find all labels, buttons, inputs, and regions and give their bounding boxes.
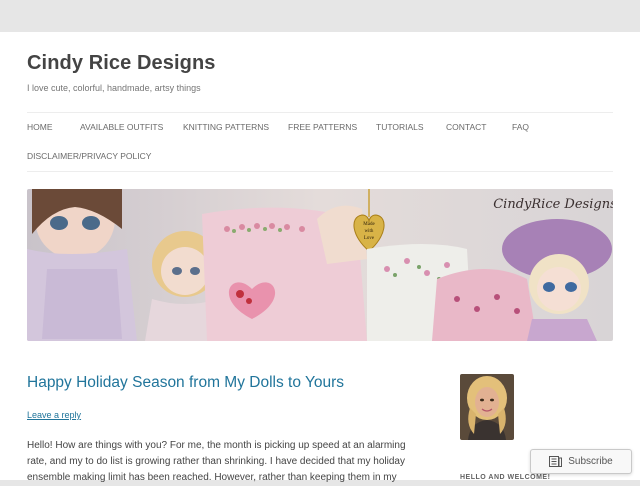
site-tagline: I love cute, colorful, handmade, artsy t… bbox=[27, 83, 201, 93]
post-body-line: Hello! How are things with you? For me, … bbox=[27, 440, 406, 451]
page-container: Cindy Rice Designs I love cute, colorful… bbox=[0, 32, 640, 483]
divider bbox=[27, 112, 613, 113]
post-body-line: rate, and my to do list is growing rathe… bbox=[27, 456, 405, 467]
divider bbox=[27, 171, 613, 172]
nav-item-knitting-patterns[interactable]: KNITTING PATTERNS bbox=[183, 122, 269, 132]
nav-item-home[interactable]: HOME bbox=[27, 122, 53, 132]
subscribe-icon bbox=[549, 456, 563, 467]
nav-item-contact[interactable]: CONTACT bbox=[446, 122, 486, 132]
svg-text:with: with bbox=[365, 229, 374, 234]
nav-item-disclaimer[interactable]: DISCLAIMER/PRIVACY POLICY bbox=[27, 151, 151, 161]
subscribe-label: Subscribe bbox=[568, 456, 613, 467]
nav-item-available-outfits[interactable]: AVAILABLE OUTFITS bbox=[80, 122, 163, 132]
header-banner-image[interactable]: Made with Love CindyRice Designs bbox=[27, 189, 613, 341]
svg-text:Love: Love bbox=[364, 236, 375, 241]
banner-logo-text: CindyRice Designs bbox=[493, 197, 613, 212]
post-title[interactable]: Happy Holiday Season from My Dolls to Yo… bbox=[27, 374, 344, 392]
nav-item-tutorials[interactable]: TUTORIALS bbox=[376, 122, 424, 132]
post-body-line: ensemble making limit has been reached. … bbox=[27, 472, 397, 483]
nav-item-free-patterns[interactable]: FREE PATTERNS bbox=[288, 122, 357, 132]
charm-text: Made bbox=[363, 222, 375, 227]
post-body: Hello! How are things with you? For me, … bbox=[27, 438, 417, 486]
leave-reply-link[interactable]: Leave a reply bbox=[27, 410, 81, 420]
nav-item-faq[interactable]: FAQ bbox=[512, 122, 529, 132]
site-title[interactable]: Cindy Rice Designs bbox=[27, 52, 216, 75]
subscribe-button[interactable]: Subscribe bbox=[530, 449, 632, 474]
author-avatar bbox=[460, 374, 514, 440]
